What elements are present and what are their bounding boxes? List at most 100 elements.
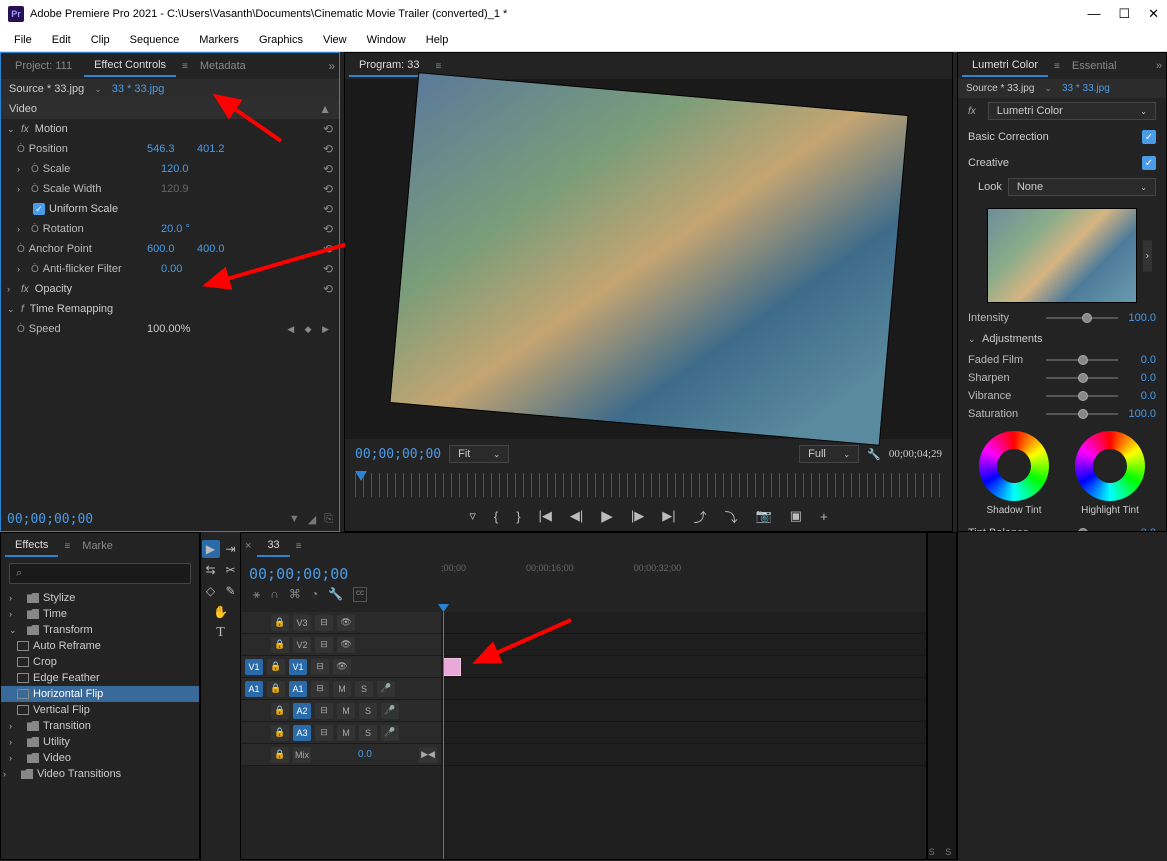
timeline-timecode[interactable]: 00;00;00;00	[249, 565, 433, 583]
program-monitor[interactable]	[345, 79, 952, 439]
scale-value[interactable]: 120.0	[161, 163, 211, 175]
tab-metadata[interactable]: Metadata	[190, 56, 256, 76]
keyframe-nav[interactable]: ◀ ◆ ▶	[287, 324, 333, 335]
reset-button[interactable]: ⟲	[323, 122, 333, 136]
track-a3[interactable]: 🔒A3⊟MS🎤	[241, 722, 441, 744]
motion-effect[interactable]: Motion	[35, 123, 68, 135]
hand-tool[interactable]: ✋	[212, 603, 230, 621]
track-label[interactable]: A1	[289, 681, 307, 697]
menu-clip[interactable]: Clip	[83, 32, 118, 48]
search-input[interactable]: ⌕	[9, 563, 191, 584]
tab-project[interactable]: Project: 111	[5, 56, 82, 76]
effect-vertical-flip[interactable]: Vertical Flip	[1, 702, 199, 718]
menu-file[interactable]: File	[6, 32, 40, 48]
pen-tool[interactable]: ✎	[222, 582, 240, 600]
minimize-button[interactable]: —	[1087, 6, 1100, 22]
marker-add-icon[interactable]: ◔	[311, 587, 318, 602]
add-button-icon[interactable]: +	[820, 509, 828, 524]
timeline-playhead[interactable]	[443, 612, 444, 859]
collapse-icon[interactable]: ▲	[319, 102, 331, 116]
look-select[interactable]: None⌄	[1008, 178, 1156, 196]
folder-video-transitions[interactable]: ›Video Transitions	[1, 766, 199, 782]
effect-horizontal-flip[interactable]: Horizontal Flip	[1, 686, 199, 702]
basic-correction-section[interactable]: Basic Correction✓	[958, 124, 1166, 150]
panel-overflow-icon[interactable]: »	[328, 59, 335, 73]
folder-transform[interactable]: ⌄Transform	[1, 622, 199, 638]
chevron-down-icon[interactable]: ⌄	[94, 84, 102, 95]
uniform-scale-checkbox[interactable]: ✓	[33, 203, 45, 215]
panel-menu-icon[interactable]: ≡	[182, 61, 188, 72]
menu-edit[interactable]: Edit	[44, 32, 79, 48]
panel-menu-icon[interactable]: ≡	[64, 541, 70, 552]
track-mix[interactable]: 🔒Mix0.0▶◀	[241, 744, 441, 766]
chevron-down-icon[interactable]: ⌄	[1044, 83, 1052, 94]
lumetri-fx-select[interactable]: Lumetri Color⌄	[988, 102, 1156, 120]
target-clip-link[interactable]: 33 * 33.jpg	[112, 83, 165, 95]
lock-icon[interactable]: 🔒	[267, 659, 285, 675]
highlight-tint-wheel[interactable]	[1075, 431, 1145, 501]
extract-icon[interactable]: ⤵	[725, 507, 738, 526]
solo-button[interactable]: S	[359, 725, 377, 741]
type-tool[interactable]: T	[212, 624, 230, 642]
folder-utility[interactable]: ›Utility	[1, 734, 199, 750]
lock-icon[interactable]: 🔒	[271, 637, 289, 653]
mute-button[interactable]: M	[337, 703, 355, 719]
sequence-tab[interactable]: 33	[257, 535, 289, 557]
send-icon[interactable]: ▶◀	[419, 747, 437, 763]
zoom-select[interactable]: Fit⌄	[449, 445, 509, 463]
solo-button[interactable]: S	[355, 681, 373, 697]
snap-icon[interactable]: ⚹	[253, 587, 260, 602]
panel-menu-icon[interactable]: ≡	[1054, 61, 1060, 72]
panel-overflow-icon[interactable]: »	[1156, 60, 1162, 72]
lock-icon[interactable]: 🔒	[271, 725, 289, 741]
toggle-output-icon[interactable]: ⊟	[311, 681, 329, 697]
wrench-icon[interactable]: 🔧	[328, 587, 343, 602]
intensity-value[interactable]: 100.0	[1124, 312, 1156, 324]
marker-icon[interactable]: ▿	[469, 508, 476, 524]
reset-button[interactable]: ⟲	[323, 282, 333, 296]
lane-a3[interactable]	[441, 722, 926, 744]
magnet-icon[interactable]: ∩	[270, 587, 279, 602]
in-icon[interactable]: {	[494, 509, 498, 524]
lane-v1[interactable]	[441, 656, 926, 678]
link-icon[interactable]: ⌘	[289, 587, 301, 602]
track-label[interactable]: A3	[293, 725, 311, 741]
lane-v3[interactable]	[441, 612, 926, 634]
folder-stylize[interactable]: ›Stylize	[1, 590, 199, 606]
lift-icon[interactable]: ⤴	[694, 507, 707, 526]
intensity-slider[interactable]	[1046, 317, 1118, 319]
eye-icon[interactable]: 👁	[337, 615, 355, 631]
position-y[interactable]: 401.2	[197, 143, 247, 155]
track-label[interactable]: V3	[293, 615, 311, 631]
chevron-icon[interactable]: ⌄	[968, 334, 978, 345]
effect-auto-reframe[interactable]: Auto Reframe	[1, 638, 199, 654]
speed-value[interactable]: 100.00%	[147, 323, 190, 335]
anchor-x[interactable]: 600.0	[147, 243, 197, 255]
close-button[interactable]: ✕	[1148, 6, 1159, 22]
position-x[interactable]: 546.3	[147, 143, 197, 155]
faded-slider[interactable]	[1046, 359, 1118, 361]
razor-tool[interactable]: ✂	[222, 561, 240, 579]
track-v1[interactable]: V1🔒V1⊟👁	[241, 656, 441, 678]
lock-icon[interactable]: 🔒	[271, 615, 289, 631]
reset-button[interactable]: ⟲	[323, 222, 333, 236]
export-frame-icon[interactable]: 📷	[756, 508, 772, 524]
menu-window[interactable]: Window	[359, 32, 414, 48]
track-a2[interactable]: 🔒A2⊟MS🎤	[241, 700, 441, 722]
saturation-slider[interactable]	[1046, 413, 1118, 415]
effect-crop[interactable]: Crop	[1, 654, 199, 670]
saturation-value[interactable]: 100.0	[1124, 408, 1156, 420]
eye-icon[interactable]: 👁	[333, 659, 351, 675]
program-ruler[interactable]	[355, 473, 942, 497]
creative-section[interactable]: Creative✓	[958, 150, 1166, 176]
toggle-output-icon[interactable]: ⊟	[315, 725, 333, 741]
wrench-icon[interactable]: 🔧	[867, 448, 881, 461]
tab-lumetri[interactable]: Lumetri Color	[962, 55, 1048, 77]
checkbox-icon[interactable]: ✓	[1142, 156, 1156, 170]
track-label[interactable]: V2	[293, 637, 311, 653]
menu-help[interactable]: Help	[418, 32, 457, 48]
step-fwd-icon[interactable]: |▶	[631, 508, 644, 524]
mute-button[interactable]: M	[333, 681, 351, 697]
ripple-tool[interactable]: ⇆	[202, 561, 220, 579]
video-clip[interactable]	[443, 658, 461, 676]
